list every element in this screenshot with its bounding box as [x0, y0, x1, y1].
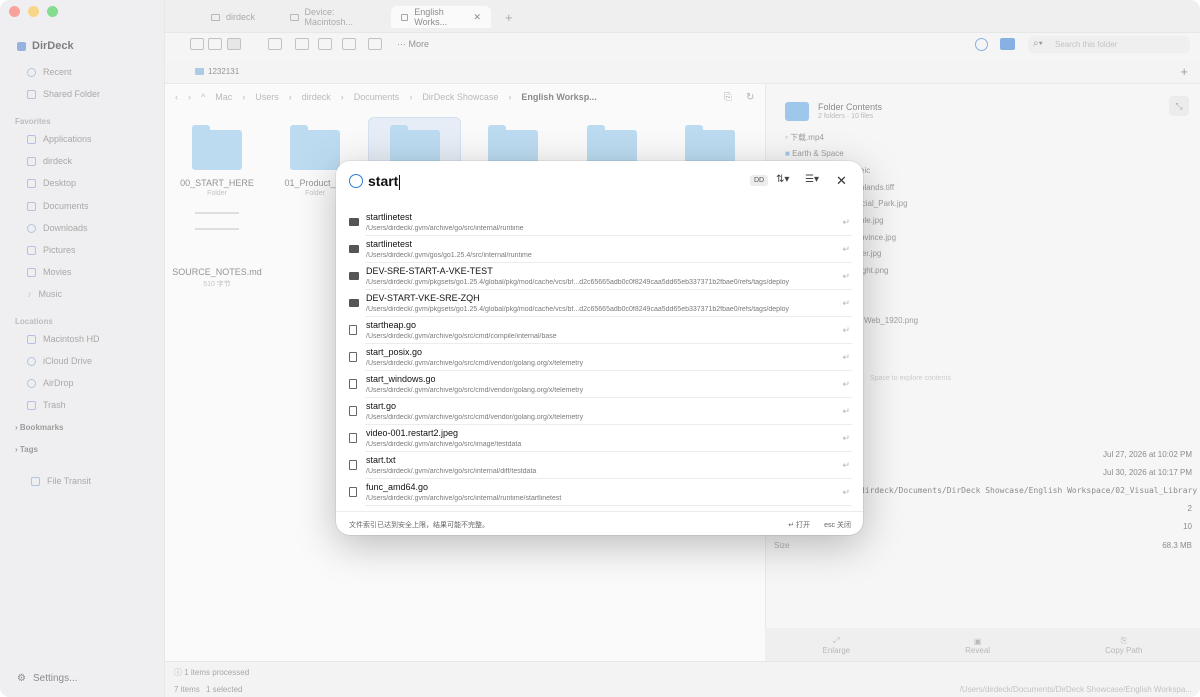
return-icon: ↵	[842, 298, 850, 308]
folder-icon	[349, 245, 359, 253]
search-result-row[interactable]: startheap.go/Users/dirdeck/.gvm/archive/…	[349, 317, 852, 344]
result-name: startheap.go	[366, 320, 417, 330]
search-result-row[interactable]: start.txt/Users/dirdeck/.gvm/archive/go/…	[349, 452, 852, 479]
result-path: /Users/dirdeck/.gvm/archive/go/src/inter…	[366, 225, 524, 232]
search-results: startlinetest/Users/dirdeck/.gvm/archive…	[345, 209, 855, 506]
folder-icon	[349, 299, 359, 307]
file-icon	[349, 406, 357, 416]
search-query-input[interactable]: start	[368, 173, 401, 190]
result-path: /Users/dirdeck/.gvm/archive/go/src/cmd/v…	[366, 414, 584, 421]
result-path: /Users/dirdeck/.gvm/archive/go/src/cmd/v…	[366, 360, 584, 367]
return-icon: ↵	[842, 460, 850, 470]
file-icon	[349, 487, 357, 497]
return-icon: ↵	[842, 217, 850, 227]
folder-icon	[349, 218, 359, 226]
result-name: startlinetest	[366, 212, 413, 222]
result-name: start_windows.go	[366, 374, 436, 384]
footer-note: 文件索引已达到安全上限，结果可能不完整。	[349, 522, 489, 529]
search-result-row[interactable]: start_posix.go/Users/dirdeck/.gvm/archiv…	[349, 344, 852, 371]
search-result-row[interactable]: startlinetest/Users/dirdeck/.gvm/gos/go1…	[349, 236, 852, 263]
result-name: func_amd64.go	[366, 482, 429, 492]
app-window: DirDeck Recent Shared Folder Favorites A…	[0, 0, 1200, 697]
result-name: DEV-SRE-START-A-VKE-TEST	[366, 266, 493, 276]
result-path: /Users/dirdeck/.gvm/archive/go/src/cmd/c…	[366, 333, 557, 340]
return-icon: ↵	[842, 271, 850, 281]
return-icon: ↵	[842, 406, 850, 416]
sort-icon[interactable]: ⇅▾	[776, 174, 789, 185]
image-file-icon	[349, 433, 357, 443]
file-icon	[349, 325, 357, 335]
return-icon: ↵	[842, 325, 850, 335]
result-name: start_posix.go	[366, 347, 423, 357]
result-path: /Users/dirdeck/.gvm/archive/go/src/inter…	[366, 468, 537, 475]
search-result-row[interactable]: startlinetest/Users/dirdeck/.gvm/archive…	[349, 209, 852, 236]
close-icon[interactable]: ✕	[836, 173, 847, 189]
return-icon: ↵	[842, 487, 850, 497]
search-result-row[interactable]: start.go/Users/dirdeck/.gvm/archive/go/s…	[349, 398, 852, 425]
scope-badge[interactable]: DD	[750, 175, 769, 186]
result-name: startlinetest	[366, 239, 413, 249]
file-icon	[349, 352, 357, 362]
close-hint: esc 关闭	[824, 522, 851, 529]
quick-search-modal: start DD ⇅▾ ☰▾ ✕ startlinetest/Users/dir…	[336, 161, 863, 535]
search-result-row[interactable]: func_amd64.go/Users/dirdeck/.gvm/archive…	[349, 479, 852, 506]
result-name: start.go	[366, 401, 397, 411]
return-icon: ↵	[842, 244, 850, 254]
search-result-row[interactable]: DEV-START-VKE-SRE-ZQH/Users/dirdeck/.gvm…	[349, 290, 852, 317]
result-name: DEV-START-VKE-SRE-ZQH	[366, 293, 480, 303]
result-name: video-001.restart2.jpeg	[366, 428, 459, 438]
result-path: /Users/dirdeck/.gvm/archive/go/src/inter…	[366, 495, 562, 502]
globe-search-icon	[349, 174, 363, 188]
result-path: /Users/dirdeck/.gvm/pkgsets/go1.25.4/glo…	[366, 279, 790, 286]
return-icon: ↵	[842, 352, 850, 362]
result-path: /Users/dirdeck/.gvm/pkgsets/go1.25.4/glo…	[366, 306, 790, 313]
search-result-row[interactable]: start_windows.go/Users/dirdeck/.gvm/arch…	[349, 371, 852, 398]
result-name: start.txt	[366, 455, 396, 465]
search-header: start DD ⇅▾ ☰▾ ✕	[336, 161, 863, 201]
search-footer: 文件索引已达到安全上限，结果可能不完整。 ↵ 打开 esc 关闭	[336, 511, 863, 535]
file-icon	[349, 379, 357, 389]
file-icon	[349, 460, 357, 470]
search-result-row[interactable]: DEV-SRE-START-A-VKE-TEST/Users/dirdeck/.…	[349, 263, 852, 290]
return-icon: ↵	[842, 433, 850, 443]
result-path: /Users/dirdeck/.gvm/gos/go1.25.4/src/int…	[366, 252, 532, 259]
result-path: /Users/dirdeck/.gvm/archive/go/src/image…	[366, 441, 522, 448]
open-hint: ↵ 打开	[788, 522, 810, 529]
folder-icon	[349, 272, 359, 280]
result-path: /Users/dirdeck/.gvm/archive/go/src/cmd/v…	[366, 387, 584, 394]
text-caret	[399, 174, 401, 190]
filter-icon[interactable]: ☰▾	[805, 174, 819, 185]
search-result-row[interactable]: video-001.restart2.jpeg/Users/dirdeck/.g…	[349, 425, 852, 452]
return-icon: ↵	[842, 379, 850, 389]
search-query-text: start	[368, 173, 399, 189]
